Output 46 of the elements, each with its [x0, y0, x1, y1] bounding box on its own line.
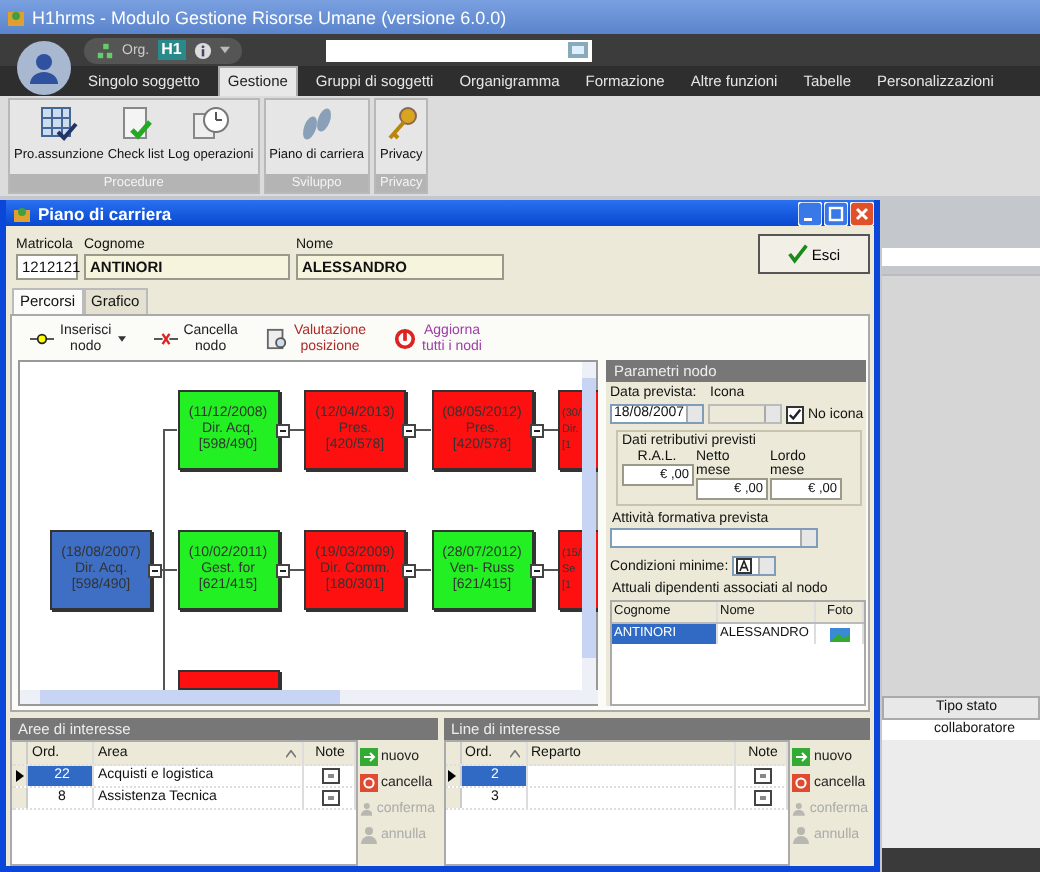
org-chart-icon[interactable]	[96, 41, 114, 59]
row-indicator[interactable]	[12, 766, 28, 786]
connector-line	[411, 429, 432, 431]
collapse-icon[interactable]	[402, 564, 416, 578]
photo-icon[interactable]	[830, 627, 850, 641]
maximize-button[interactable]	[824, 201, 848, 225]
current-row-icon	[15, 770, 23, 782]
window-title: H1hrms - Modulo Gestione Risorse Umane (versione 6.0.0)	[32, 7, 507, 27]
note-icon[interactable]	[321, 790, 339, 806]
minimize-button[interactable]	[798, 201, 822, 225]
vertical-scrollbar[interactable]	[582, 362, 596, 690]
person-icon	[359, 800, 373, 818]
collapse-icon[interactable]	[529, 424, 543, 438]
note-icon[interactable]	[754, 768, 772, 784]
app-icon	[6, 7, 26, 27]
search-field[interactable]	[325, 39, 592, 61]
info-icon[interactable]	[193, 41, 212, 59]
collapse-icon[interactable]	[148, 564, 162, 578]
horizontal-scrollbar[interactable]	[20, 690, 598, 704]
dialog-title: Piano di carriera	[38, 203, 174, 223]
note-icon[interactable]	[321, 768, 339, 784]
table-check-icon	[38, 104, 79, 144]
collapse-icon[interactable]	[275, 564, 289, 578]
node-link-icon	[30, 332, 54, 346]
person-icon	[792, 800, 806, 818]
refresh-icon	[394, 328, 417, 350]
person-icon	[792, 826, 810, 844]
logo[interactable]: H1	[157, 40, 186, 60]
checkmark-icon	[787, 244, 808, 264]
row-indicator[interactable]	[445, 766, 461, 786]
note-icon[interactable]	[754, 790, 772, 806]
person-icon	[359, 826, 377, 844]
current-row-icon	[448, 770, 456, 782]
conditions-dropdown[interactable]	[732, 556, 777, 576]
checkbox[interactable]	[786, 405, 804, 423]
collapse-icon[interactable]	[402, 424, 416, 438]
close-button[interactable]	[850, 201, 874, 225]
connector-line	[411, 569, 432, 571]
collapse-icon[interactable]	[275, 424, 289, 438]
document-search-icon	[265, 328, 288, 350]
collapse-icon[interactable]	[529, 564, 543, 578]
diagram-node[interactable]	[177, 670, 279, 690]
clock-icon	[190, 104, 231, 144]
letter-icon	[736, 558, 753, 574]
caret-icon[interactable]	[117, 336, 126, 342]
node-unlink-icon	[153, 332, 178, 346]
